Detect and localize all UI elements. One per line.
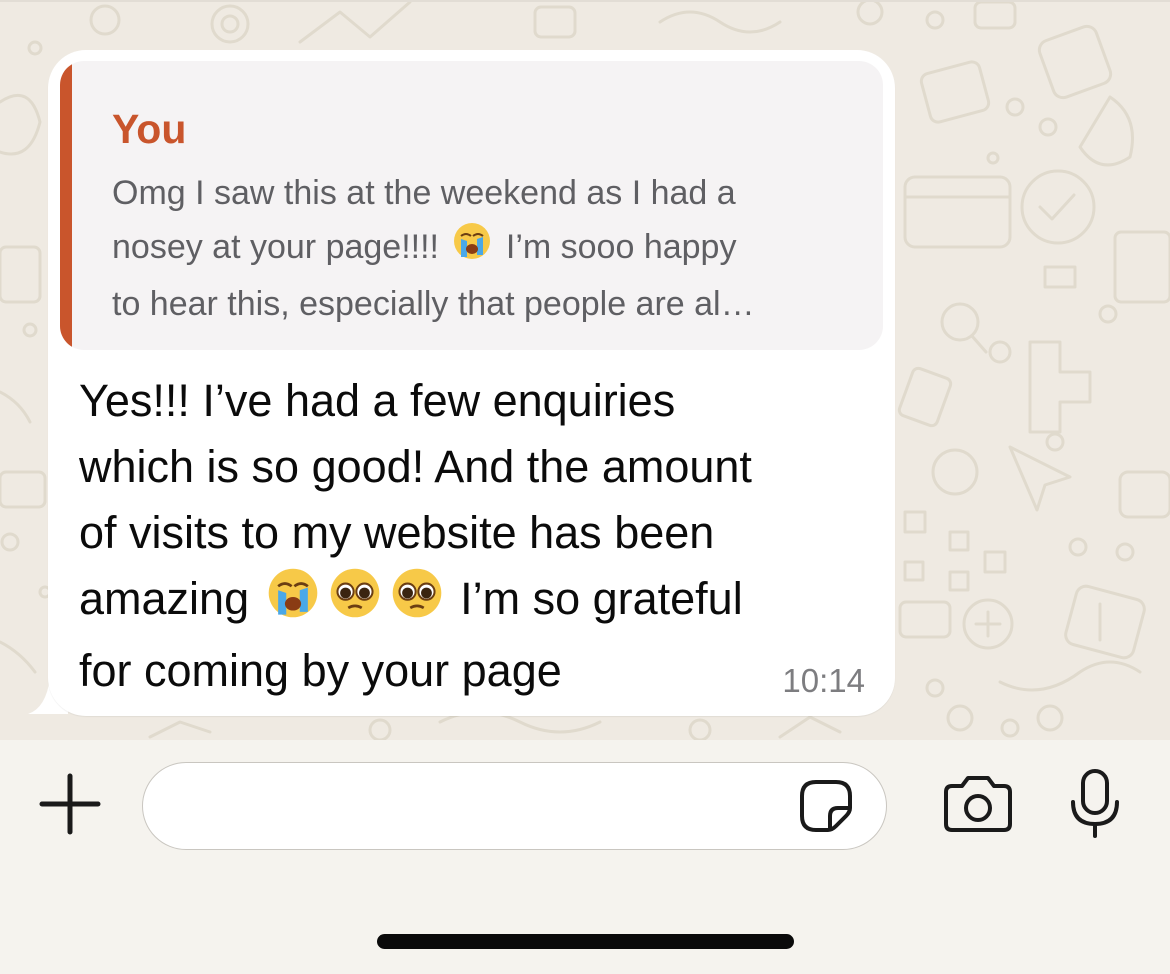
- quote-line-part: nosey at your page!!!!: [112, 228, 449, 266]
- quote-text: Omg I saw this at the weekend as I had a…: [112, 166, 872, 331]
- message-line: amazing I’m so grateful: [79, 566, 869, 638]
- microphone-icon[interactable]: [1068, 768, 1122, 840]
- quote-line: to hear this, especially that people are…: [112, 285, 755, 324]
- quote-author: You: [112, 106, 187, 152]
- message-text: Yes!!! I’ve had a few enquiries which is…: [79, 368, 869, 704]
- message-bubble[interactable]: You Omg I saw this at the weekend as I h…: [48, 50, 895, 716]
- message-line-part: amazing: [79, 573, 262, 624]
- pleading-face-icon: [328, 566, 382, 638]
- message-input[interactable]: [142, 762, 887, 850]
- home-indicator[interactable]: [377, 934, 794, 949]
- quote-line: Omg I saw this at the weekend as I had a: [112, 174, 736, 212]
- message-line: which is so good! And the amount: [79, 441, 752, 492]
- pleading-face-icon: [390, 566, 444, 638]
- plus-icon[interactable]: [38, 772, 102, 836]
- camera-icon[interactable]: [942, 774, 1014, 834]
- loudly-crying-face-icon: [452, 221, 492, 277]
- quoted-reply[interactable]: You Omg I saw this at the weekend as I h…: [60, 61, 883, 350]
- message-line: of visits to my website has been: [79, 507, 715, 558]
- quote-line: nosey at your page!!!! I’m sooo happy: [112, 220, 872, 277]
- sticker-icon[interactable]: [798, 778, 854, 834]
- message-line-part: I’m so grateful: [447, 573, 743, 624]
- message-line: Yes!!! I’ve had a few enquiries: [79, 375, 676, 426]
- quote-line-part: I’m sooo happy: [496, 228, 737, 266]
- loudly-crying-face-icon: [266, 566, 320, 638]
- message-timestamp: 10:14: [782, 662, 865, 699]
- message-line: for coming by your page: [79, 645, 562, 697]
- quote-accent-bar: [60, 61, 72, 350]
